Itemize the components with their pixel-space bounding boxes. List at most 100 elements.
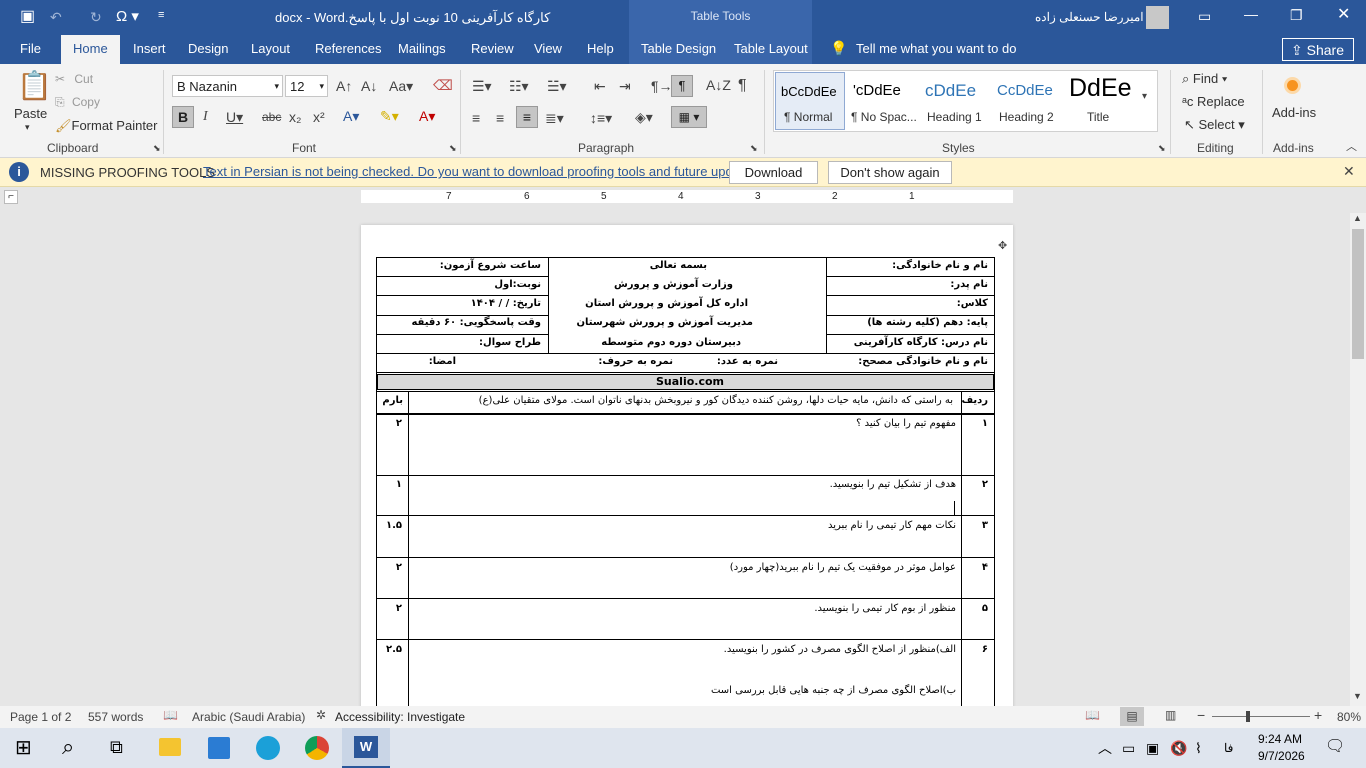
dont-show-again-button[interactable]: Don't show again <box>828 161 952 184</box>
tab-references[interactable]: References <box>315 41 381 56</box>
web-layout-icon[interactable]: ▥ <box>1165 709 1176 721</box>
font-color-icon[interactable]: A▾ <box>419 109 435 123</box>
clipboard-launcher-icon[interactable]: ⬊ <box>153 144 161 153</box>
share-button[interactable]: ⇪ Share <box>1282 38 1354 61</box>
minimize-icon[interactable]: — <box>1244 7 1258 21</box>
print-layout-button[interactable]: ▤ <box>1120 707 1144 726</box>
font-size-select[interactable]: 12 ▾ <box>285 75 328 97</box>
paste-button[interactable]: Paste <box>14 106 47 121</box>
edge-icon[interactable] <box>256 736 280 760</box>
sort-icon[interactable]: A↓Z <box>706 78 731 92</box>
style-heading1-label[interactable]: Heading 1 <box>927 110 982 124</box>
numbering-icon[interactable]: ☷▾ <box>509 79 529 93</box>
style-title-label[interactable]: Title <box>1087 110 1109 124</box>
paragraph-launcher-icon[interactable]: ⬊ <box>750 144 758 153</box>
decrease-indent-icon[interactable]: ⇤ <box>594 79 606 93</box>
tab-table-layout[interactable]: Table Layout <box>734 41 808 56</box>
word-taskbar-icon[interactable]: W <box>342 728 390 768</box>
question-text[interactable]: عوامل موثر در موفقیت یک تیم را نام ببرید… <box>730 562 956 573</box>
customize-qat-icon[interactable]: ≡ <box>158 10 164 21</box>
shading-icon[interactable]: ◈▾ <box>635 110 653 124</box>
question-text[interactable]: مفهوم تیم را بیان کنید ؟ <box>856 418 956 429</box>
bold-button[interactable]: B <box>172 106 194 128</box>
replace-button[interactable]: ᵃc Replace <box>1182 94 1245 109</box>
align-center-icon[interactable]: ≡ <box>496 111 504 125</box>
meet-icon[interactable]: ▣ <box>1146 741 1159 755</box>
tab-file[interactable]: File <box>20 41 41 56</box>
text-effects-icon[interactable]: A▾ <box>343 109 359 123</box>
clock-time[interactable]: 9:24 AM <box>1258 732 1302 746</box>
italic-button[interactable]: I <box>203 110 208 124</box>
font-name-select[interactable]: B Nazanin ▾ <box>172 75 283 97</box>
page[interactable]: ✥ ساعت شروع آزمون: بسمه تعالی نام و نام … <box>361 225 1013 706</box>
superscript-button[interactable]: x² <box>313 110 325 124</box>
tab-mailings[interactable]: Mailings <box>398 41 446 56</box>
document-canvas[interactable]: ✥ ساعت شروع آزمون: بسمه تعالی نام و نام … <box>0 206 1350 706</box>
close-icon[interactable]: ✕ <box>1343 164 1355 178</box>
message-link[interactable]: Text in Persian is not being checked. Do… <box>203 164 765 179</box>
cut-button[interactable]: ✂ Cut <box>55 72 93 86</box>
word-count[interactable]: 557 words <box>88 710 143 724</box>
styles-more-icon[interactable]: ▾ <box>1142 92 1147 102</box>
tab-view[interactable]: View <box>534 41 562 56</box>
tab-help[interactable]: Help <box>587 41 614 56</box>
zoom-out-icon[interactable]: − <box>1197 708 1205 722</box>
subscript-button[interactable]: x₂ <box>289 110 301 124</box>
restore-icon[interactable]: ❐ <box>1290 8 1303 22</box>
table-move-handle-icon[interactable]: ✥ <box>998 241 1007 252</box>
tab-insert[interactable]: Insert <box>133 41 166 56</box>
style-heading2-label[interactable]: Heading 2 <box>999 110 1054 124</box>
tab-selector-icon[interactable]: ⌐ <box>4 190 18 204</box>
tab-table-design[interactable]: Table Design <box>641 41 716 56</box>
highlight-icon[interactable]: ✎▾ <box>380 109 399 123</box>
addins-button[interactable]: Add-ins <box>1272 105 1316 120</box>
redo-icon[interactable]: ↻ <box>90 10 102 24</box>
style-heading1-preview[interactable]: cDdEe <box>925 81 976 101</box>
select-button[interactable]: ↖ Select ▾ <box>1184 117 1245 133</box>
collapse-ribbon-icon[interactable]: ︿ <box>1346 142 1357 153</box>
question-subtext[interactable]: ب)اصلاح الگوی مصرف از چه جنبه هایی قابل … <box>711 685 956 696</box>
zoom-in-icon[interactable]: + <box>1314 708 1322 722</box>
change-case-icon[interactable]: Aa▾ <box>389 79 413 93</box>
ribbon-display-icon[interactable]: ▭ <box>1198 9 1211 23</box>
windows-start-icon[interactable]: ⊞ <box>15 738 32 758</box>
notifications-icon[interactable]: 🗨 <box>1325 739 1345 755</box>
undo-icon[interactable]: ↶ <box>50 10 62 24</box>
download-button[interactable]: Download <box>729 161 818 184</box>
scroll-thumb[interactable] <box>1352 229 1364 359</box>
copy-button[interactable]: ⎘ Copy <box>55 95 100 110</box>
read-mode-icon[interactable]: 📖 <box>1085 709 1100 721</box>
show-marks-icon[interactable]: ¶ <box>738 78 747 94</box>
paste-dropdown-icon[interactable]: ▾ <box>25 122 30 133</box>
tray-chevron-icon[interactable]: ︿ <box>1098 741 1112 755</box>
task-view-icon[interactable]: ⧉ <box>110 738 123 756</box>
grow-font-icon[interactable]: A↑ <box>336 79 352 93</box>
justify-icon[interactable]: ≣▾ <box>545 111 564 125</box>
bullets-icon[interactable]: ☰▾ <box>472 79 492 93</box>
question-text[interactable]: هدف از تشکیل تیم را بنویسید. <box>830 479 956 490</box>
style-no-spacing-label[interactable]: ¶ No Spac... <box>851 110 917 124</box>
save-icon[interactable]: ▣ <box>20 9 35 25</box>
increase-indent-icon[interactable]: ⇥ <box>619 79 631 93</box>
tab-design[interactable]: Design <box>188 41 228 56</box>
store-icon[interactable] <box>208 737 230 759</box>
volume-muted-icon[interactable]: 🔇 <box>1170 741 1187 755</box>
zoom-slider[interactable] <box>1212 716 1310 717</box>
multilevel-icon[interactable]: ☱▾ <box>547 79 567 93</box>
styles-launcher-icon[interactable]: ⬊ <box>1158 144 1166 153</box>
ltr-icon[interactable]: ¶→ <box>651 79 673 93</box>
question-text[interactable]: الف)منظور از اصلاح الگوی مصرف در کشور را… <box>724 644 956 655</box>
find-button[interactable]: ⌕ Find ▾ <box>1182 71 1227 87</box>
tab-review[interactable]: Review <box>471 41 514 56</box>
input-language[interactable]: فا <box>1224 741 1233 755</box>
shrink-font-icon[interactable]: A↓ <box>361 79 377 93</box>
horizontal-ruler[interactable]: ⌐ 7 6 5 4 3 2 1 <box>0 187 1366 206</box>
zoom-level[interactable]: 80% <box>1337 710 1361 724</box>
avatar[interactable] <box>1146 6 1169 29</box>
user-name[interactable]: امیررضا حسنعلی زاده <box>1035 10 1144 24</box>
clear-formatting-icon[interactable]: ⌫ <box>433 78 453 92</box>
close-icon[interactable]: ✕ <box>1337 7 1350 23</box>
align-left-icon[interactable]: ≡ <box>472 111 480 125</box>
style-no-spacing-preview[interactable]: 'cDdEe <box>853 82 901 99</box>
line-spacing-icon[interactable]: ↕≡▾ <box>590 111 612 125</box>
